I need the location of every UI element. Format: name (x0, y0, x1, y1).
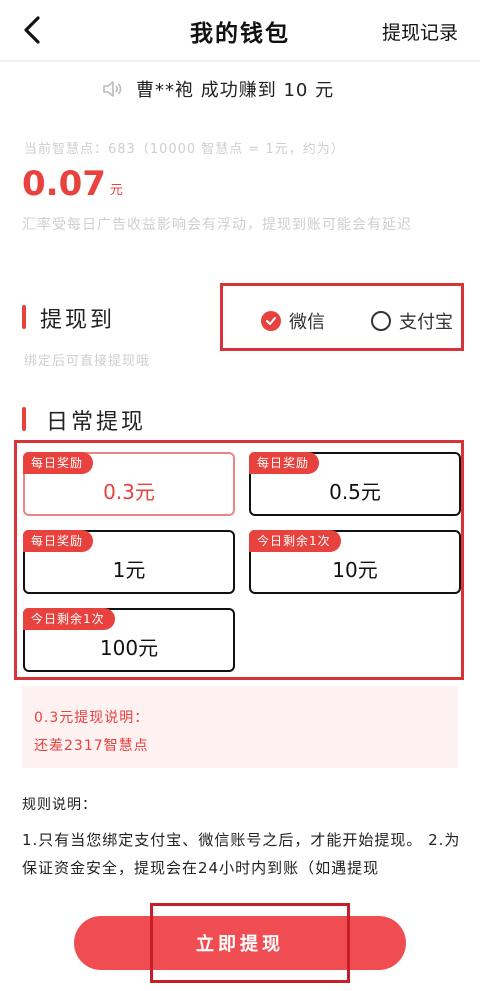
tier-badge: 每日奖励 (23, 452, 94, 474)
alipay-option[interactable]: 支付宝 (371, 308, 453, 334)
tier-badge: 今日剩余1次 (23, 608, 115, 630)
radio-empty-icon (371, 311, 391, 331)
tier-amount: 100元 (99, 636, 159, 660)
payment-method-selector: 微信 支付宝 (220, 283, 464, 351)
wechat-label: 微信 (289, 312, 325, 333)
withdraw-to-title: 提现到 (40, 308, 116, 333)
speaker-icon (103, 81, 122, 97)
header-divider (0, 60, 480, 62)
withdraw-tier-grid: 每日奖励 0.3元 每日奖励 0.5元 每日奖励 1元 今日剩余1次 10元 今… (14, 440, 464, 680)
tier-badge: 今日剩余1次 (249, 530, 341, 552)
daily-withdraw-title: 日常提现 (46, 410, 147, 435)
tier-card-0-5[interactable]: 每日奖励 0.5元 (249, 452, 461, 516)
tier-card-1[interactable]: 每日奖励 1元 (23, 530, 235, 594)
balance-amount: 0.07 (22, 164, 106, 204)
rate-note: 汇率受每日广告收益影响会有浮动，提现到账可能会有延迟 (22, 217, 412, 233)
tier-amount: 0.3元 (103, 480, 155, 504)
tier-amount: 1元 (112, 558, 146, 582)
section-marker (22, 305, 26, 329)
ticker-text: 曹**袍 成功赚到 10 元 (136, 80, 335, 101)
check-icon (261, 311, 281, 331)
tier-badge: 每日奖励 (23, 530, 94, 552)
tier-card-10[interactable]: 今日剩余1次 10元 (249, 530, 461, 594)
tier-card-100[interactable]: 今日剩余1次 100元 (23, 608, 235, 672)
tier-badge: 每日奖励 (249, 452, 320, 474)
header-bar: 我的钱包 提现记录 (0, 0, 480, 60)
rules-title: 规则说明： (22, 797, 97, 813)
note-title: 0.3元提现说明： (34, 710, 150, 726)
points-summary: 当前智慧点：683（10000 智慧点 = 1元，约为） (24, 142, 345, 157)
withdraw-note: 0.3元提现说明： 还差2317智慧点 (22, 686, 458, 768)
section-marker (22, 407, 26, 431)
withdraw-now-button[interactable]: 立即提现 (74, 916, 406, 970)
wechat-option[interactable]: 微信 (261, 308, 325, 334)
balance-unit: 元 (109, 183, 123, 198)
tier-card-0-3[interactable]: 每日奖励 0.3元 (23, 452, 235, 516)
note-shortfall: 还差2317智慧点 (34, 738, 149, 754)
balance-display: 0.07 元 (22, 164, 123, 204)
rules-text: 1.只有当您绑定支付宝、微信账号之后，才能开始提现。 2.为保证资金安全，提现会… (22, 831, 461, 877)
bind-hint: 绑定后可直接提现哦 (24, 354, 151, 369)
tier-amount: 10元 (332, 558, 378, 582)
withdraw-records-link[interactable]: 提现记录 (382, 18, 458, 45)
alipay-label: 支付宝 (399, 312, 453, 333)
tier-amount: 0.5元 (329, 480, 381, 504)
earnings-ticker: 曹**袍 成功赚到 10 元 (100, 76, 334, 102)
